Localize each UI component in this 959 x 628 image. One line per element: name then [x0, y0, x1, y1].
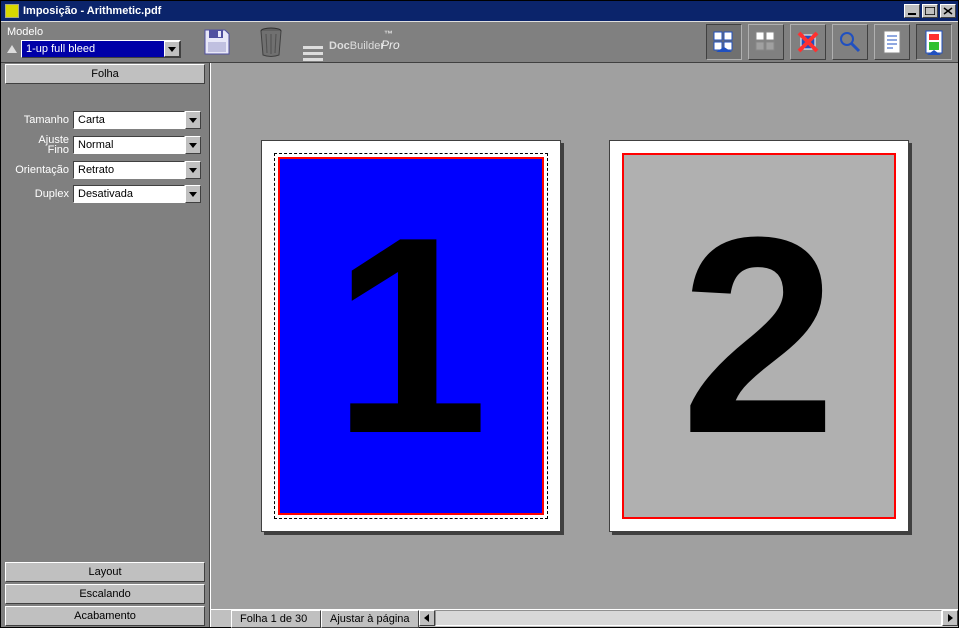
scroll-right-button[interactable]: [942, 610, 958, 626]
model-combo-value: 1-up full bleed: [26, 43, 95, 55]
horizontal-scrollbar[interactable]: [435, 610, 943, 626]
section-escalando-button[interactable]: Escalando: [5, 584, 205, 604]
view-mode-grid-button[interactable]: [706, 24, 742, 60]
sheet-page-1[interactable]: 1: [261, 140, 561, 532]
status-sheet-cell: Folha 1 de 30: [231, 610, 321, 628]
duplex-field[interactable]: Desativada: [73, 185, 201, 203]
status-bar: Folha 1 de 30 Ajustar à página: [211, 609, 958, 627]
canvas-view[interactable]: 1 2: [211, 63, 958, 609]
zoom-tool-button[interactable]: [832, 24, 868, 60]
sidebar: Folha Tamanho Carta AjusteFino Normal: [1, 63, 210, 627]
model-combo[interactable]: 1-up full bleed: [21, 40, 181, 58]
tamanho-field[interactable]: Carta: [73, 111, 201, 129]
save-icon[interactable]: [199, 24, 235, 60]
section-layout-button[interactable]: Layout: [5, 562, 205, 582]
document-tool-button[interactable]: [916, 24, 952, 60]
scroll-left-button[interactable]: [419, 610, 435, 626]
collapse-panel-icon[interactable]: [7, 45, 17, 53]
model-label: Modelo: [7, 26, 43, 38]
app-icon: [5, 4, 19, 18]
duplex-dropdown-button[interactable]: [185, 185, 201, 203]
ajuste-label: AjusteFino: [7, 135, 73, 155]
brand-logo: DocBuilder™ Pro: [303, 24, 400, 61]
ajuste-dropdown-button[interactable]: [185, 136, 201, 154]
orient-dropdown-button[interactable]: [185, 161, 201, 179]
page-tool-button[interactable]: [874, 24, 910, 60]
view-mode-alt-button[interactable]: [748, 24, 784, 60]
model-combo-button[interactable]: [164, 41, 180, 57]
tamanho-dropdown-button[interactable]: [185, 111, 201, 129]
orient-label: Orientação: [7, 165, 73, 176]
status-zoom-cell: Ajustar à página: [321, 610, 419, 628]
page-number-2: 2: [681, 196, 837, 476]
section-acabamento-button[interactable]: Acabamento: [5, 606, 205, 626]
orient-field[interactable]: Retrato: [73, 161, 201, 179]
duplex-label: Duplex: [7, 189, 73, 200]
minimize-button[interactable]: [904, 4, 920, 18]
close-button[interactable]: [940, 4, 956, 18]
sheet-page-2[interactable]: 2: [609, 140, 909, 532]
canvas-area: 1 2 Folha 1 de 30 Ajustar à página: [210, 63, 958, 627]
ajuste-field[interactable]: Normal: [73, 136, 201, 154]
body: Folha Tamanho Carta AjusteFino Normal: [1, 63, 958, 627]
titlebar: Imposição - Arithmetic.pdf: [1, 1, 958, 21]
section-folha-button[interactable]: Folha: [5, 64, 205, 84]
window-title: Imposição - Arithmetic.pdf: [23, 5, 161, 17]
app-window: Imposição - Arithmetic.pdf Modelo 1-up f…: [0, 0, 959, 628]
page-number-1: 1: [333, 196, 489, 476]
delete-tool-button[interactable]: [790, 24, 826, 60]
tamanho-label: Tamanho: [7, 115, 73, 126]
maximize-button[interactable]: [922, 4, 938, 18]
trash-icon[interactable]: [253, 24, 289, 60]
toolbar: Modelo 1-up full bleed: [1, 21, 958, 63]
